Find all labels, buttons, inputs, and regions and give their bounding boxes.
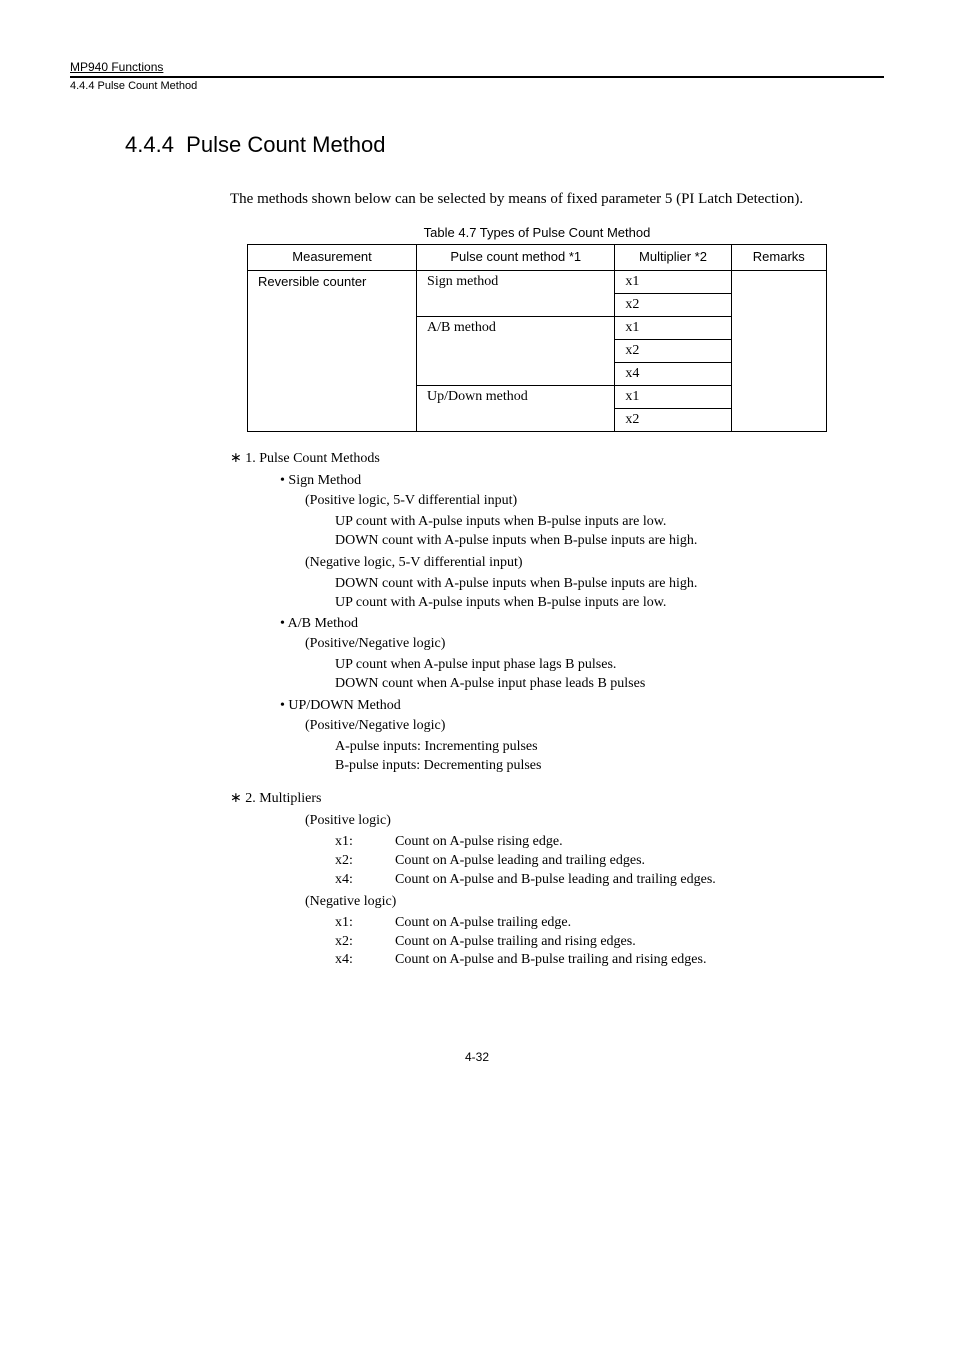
header-divider (70, 76, 884, 78)
cell-method: Up/Down method (417, 385, 615, 431)
cell-multiplier: x1 (615, 270, 731, 293)
mult-key: x4: (335, 951, 395, 970)
mult-key: x1: (335, 914, 395, 933)
ab-l2: DOWN count when A-pulse input phase lead… (335, 675, 844, 694)
col-multiplier: Multiplier *2 (615, 245, 731, 271)
col-remarks: Remarks (731, 245, 826, 271)
mult-key: x2: (335, 933, 395, 952)
mult-row: x1: Count on A-pulse rising edge. (335, 833, 844, 852)
note-2-label: ∗ 2. Multipliers (230, 790, 844, 807)
table-row: Reversible counter Sign method x1 (248, 270, 827, 293)
mult-row: x2: Count on A-pulse trailing and rising… (335, 933, 844, 952)
note-1-label: ∗ 1. Pulse Count Methods (230, 450, 844, 467)
sign-pos-l1: UP count with A-pulse inputs when B-puls… (335, 513, 844, 532)
ab-method-title: • A/B Method (280, 616, 844, 632)
cell-multiplier: x2 (615, 293, 731, 316)
table-caption: Table 4.7 Types of Pulse Count Method (230, 225, 844, 240)
cell-multiplier: x4 (615, 362, 731, 385)
cell-remarks (731, 270, 826, 431)
col-pulse-count: Pulse count method *1 (417, 245, 615, 271)
pulse-count-table: Measurement Pulse count method *1 Multip… (247, 244, 827, 432)
updown-l1: A-pulse inputs: Incrementing pulses (335, 738, 844, 757)
mult-key: x2: (335, 852, 395, 871)
mult-desc: Count on A-pulse and B-pulse trailing an… (395, 951, 706, 970)
mult-key: x1: (335, 833, 395, 852)
cell-method: A/B method (417, 316, 615, 385)
cell-measurement: Reversible counter (248, 270, 417, 431)
mult-desc: Count on A-pulse trailing edge. (395, 914, 571, 933)
mult-desc: Count on A-pulse trailing and rising edg… (395, 933, 636, 952)
col-measurement: Measurement (248, 245, 417, 271)
section-number: 4.4.4 (125, 132, 174, 157)
cell-multiplier: x2 (615, 408, 731, 431)
sign-neg-l1: DOWN count with A-pulse inputs when B-pu… (335, 575, 844, 594)
cell-multiplier: x1 (615, 385, 731, 408)
cell-method: Sign method (417, 270, 615, 316)
intro-paragraph: The methods shown below can be selected … (230, 186, 844, 213)
sign-pos-l2: DOWN count with A-pulse inputs when B-pu… (335, 532, 844, 551)
table-header-row: Measurement Pulse count method *1 Multip… (248, 245, 827, 271)
sign-neg-l2: UP count with A-pulse inputs when B-puls… (335, 594, 844, 613)
header-subsection: 4.4.4 Pulse Count Method (70, 80, 884, 92)
mult-key: x4: (335, 871, 395, 890)
header-chapter: MP940 Functions (70, 60, 884, 74)
updown-method-title: • UP/DOWN Method (280, 698, 844, 714)
mult-desc: Count on A-pulse and B-pulse leading and… (395, 871, 716, 890)
ab-posneg-title: (Positive/Negative logic) (305, 636, 844, 652)
sign-pos-title: (Positive logic, 5-V differential input) (305, 493, 844, 509)
updown-l2: B-pulse inputs: Decrementing pulses (335, 757, 844, 776)
mult-row: x1: Count on A-pulse trailing edge. (335, 914, 844, 933)
mult-desc: Count on A-pulse rising edge. (395, 833, 563, 852)
cell-multiplier: x2 (615, 339, 731, 362)
section-heading: 4.4.4 Pulse Count Method (125, 132, 884, 158)
mult-row: x4: Count on A-pulse and B-pulse trailin… (335, 951, 844, 970)
page-number: 4-32 (70, 1050, 884, 1064)
section-title-text: Pulse Count Method (186, 132, 385, 157)
mult-pos-title: (Positive logic) (305, 813, 844, 829)
mult-row: x2: Count on A-pulse leading and trailin… (335, 852, 844, 871)
cell-multiplier: x1 (615, 316, 731, 339)
mult-neg-title: (Negative logic) (305, 894, 844, 910)
sign-neg-title: (Negative logic, 5-V differential input) (305, 555, 844, 571)
updown-posneg-title: (Positive/Negative logic) (305, 718, 844, 734)
ab-l1: UP count when A-pulse input phase lags B… (335, 656, 844, 675)
mult-desc: Count on A-pulse leading and trailing ed… (395, 852, 645, 871)
mult-row: x4: Count on A-pulse and B-pulse leading… (335, 871, 844, 890)
sign-method-title: • Sign Method (280, 473, 844, 489)
